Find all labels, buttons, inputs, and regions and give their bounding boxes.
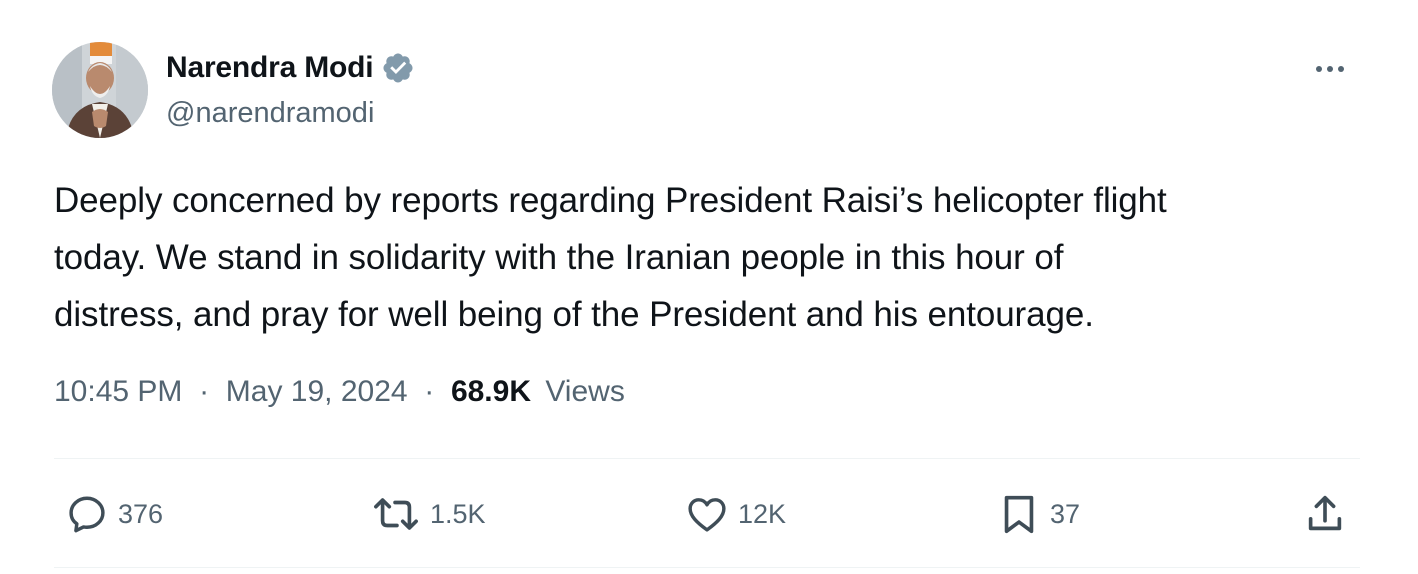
profile-photo xyxy=(52,42,148,138)
meta-separator: · xyxy=(190,375,218,408)
bookmark-count: 37 xyxy=(1050,498,1081,529)
author-name-row: Narendra Modi xyxy=(166,50,415,86)
tweet-date[interactable]: May 19, 2024 xyxy=(226,375,408,408)
views-count: 68.9K xyxy=(450,375,531,408)
meta-separator: · xyxy=(415,375,443,408)
repost-count: 1.5K xyxy=(430,498,486,529)
tweet-time[interactable]: 10:45 PM xyxy=(54,375,182,408)
like-button[interactable]: 12K xyxy=(684,492,786,536)
reply-icon xyxy=(69,496,105,533)
tweet-metadata: 10:45 PM · May 19, 2024 · 68.9K Views xyxy=(54,375,625,409)
bookmark-icon xyxy=(1004,495,1034,534)
display-name[interactable]: Narendra Modi xyxy=(166,51,374,85)
action-bar: 376 1.5K 12K 37 xyxy=(54,480,1360,550)
tweet-text-line: today. We stand in solidarity with the I… xyxy=(54,238,1064,277)
share-icon xyxy=(1308,495,1342,531)
tweet-text-line: Deeply concerned by reports regarding Pr… xyxy=(54,181,1167,220)
reply-button[interactable]: 376 xyxy=(64,492,163,536)
views-label: Views xyxy=(545,375,625,408)
share-button[interactable] xyxy=(1302,492,1348,536)
divider xyxy=(54,458,1360,459)
divider xyxy=(54,567,1360,568)
retweet-icon xyxy=(374,498,418,530)
bookmark-button[interactable]: 37 xyxy=(996,492,1080,536)
tweet-text: Deeply concerned by reports regarding Pr… xyxy=(54,172,1374,343)
like-count: 12K xyxy=(738,498,787,529)
more-options-icon[interactable] xyxy=(1310,54,1350,84)
tweet-card: Narendra Modi @narendramodi Deeply conce… xyxy=(0,0,1418,574)
verified-badge-icon[interactable] xyxy=(381,51,415,85)
reply-count: 376 xyxy=(118,498,164,529)
tweet-text-line: distress, and pray for well being of the… xyxy=(54,295,1094,334)
repost-button[interactable]: 1.5K xyxy=(370,492,486,536)
avatar[interactable] xyxy=(52,42,148,138)
heart-icon xyxy=(688,498,726,532)
user-handle[interactable]: @narendramodi xyxy=(166,97,374,130)
